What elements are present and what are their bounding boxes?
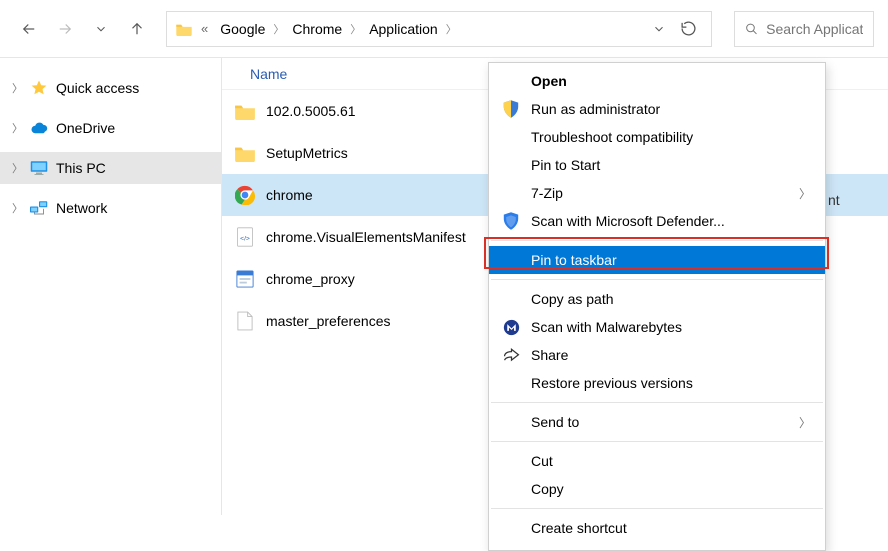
folder-icon bbox=[234, 100, 256, 122]
expand-chevron-icon[interactable]: 〉 bbox=[12, 160, 22, 176]
ctx-restore[interactable]: Restore previous versions bbox=[489, 369, 825, 397]
breadcrumb-overflow-icon[interactable]: « bbox=[201, 21, 208, 36]
arrow-left-icon bbox=[20, 20, 38, 38]
nav-item-this-pc[interactable]: 〉 This PC bbox=[0, 152, 221, 184]
ctx-pin-taskbar[interactable]: Pin to taskbar bbox=[489, 246, 825, 274]
ctx-label: Scan with Malwarebytes bbox=[531, 319, 811, 335]
search-box[interactable] bbox=[734, 11, 874, 47]
nav-item-onedrive[interactable]: 〉 OneDrive bbox=[0, 112, 221, 144]
context-menu-separator bbox=[491, 240, 823, 241]
chevron-right-icon: 〉 bbox=[348, 21, 363, 37]
context-menu-separator bbox=[491, 441, 823, 442]
nav-up-button[interactable] bbox=[122, 14, 152, 44]
ctx-malwarebytes[interactable]: Scan with Malwarebytes bbox=[489, 313, 825, 341]
cloud-icon bbox=[30, 119, 48, 137]
ctx-label: Scan with Microsoft Defender... bbox=[531, 213, 811, 229]
breadcrumb-seg-1[interactable]: Chrome bbox=[286, 19, 348, 39]
ctx-send-to[interactable]: Send to 〉 bbox=[489, 408, 825, 436]
file-name: chrome.VisualElementsManifest bbox=[266, 229, 466, 245]
breadcrumb-seg-2[interactable]: Application bbox=[363, 19, 444, 39]
nav-label: OneDrive bbox=[56, 120, 115, 136]
refresh-icon[interactable] bbox=[680, 20, 697, 37]
context-menu-separator bbox=[491, 279, 823, 280]
folder-icon bbox=[175, 22, 193, 36]
ctx-label: Pin to taskbar bbox=[531, 252, 811, 268]
nav-back-button[interactable] bbox=[14, 14, 44, 44]
breadcrumb-seg-0[interactable]: Google bbox=[214, 19, 271, 39]
expand-chevron-icon[interactable]: 〉 bbox=[12, 120, 22, 136]
folder-icon bbox=[234, 142, 256, 164]
blank-file-icon bbox=[234, 310, 256, 332]
file-name: chrome_proxy bbox=[266, 271, 355, 287]
toolbar: « Google 〉 Chrome 〉 Application 〉 bbox=[0, 0, 888, 58]
address-bar[interactable]: « Google 〉 Chrome 〉 Application 〉 bbox=[166, 11, 712, 47]
ctx-run-admin[interactable]: Run as administrator bbox=[489, 95, 825, 123]
expand-chevron-icon[interactable]: 〉 bbox=[12, 200, 22, 216]
ctx-label: Troubleshoot compatibility bbox=[531, 129, 811, 145]
chevron-right-icon: 〉 bbox=[799, 414, 811, 431]
search-input[interactable] bbox=[766, 21, 863, 37]
arrow-right-icon bbox=[56, 20, 74, 38]
svg-text:</>: </> bbox=[240, 235, 250, 242]
file-name: master_preferences bbox=[266, 313, 391, 329]
ctx-label: 7-Zip bbox=[531, 185, 789, 201]
ctx-cut[interactable]: Cut bbox=[489, 447, 825, 475]
chrome-icon bbox=[234, 184, 256, 206]
ctx-label: Cut bbox=[531, 453, 811, 469]
truncated-cell-text: nt bbox=[828, 192, 886, 208]
ctx-create-shortcut[interactable]: Create shortcut bbox=[489, 514, 825, 542]
share-icon bbox=[501, 345, 521, 365]
shield-admin-icon bbox=[501, 99, 521, 119]
ctx-label: Open bbox=[531, 73, 811, 89]
star-icon bbox=[30, 79, 48, 97]
context-menu-separator bbox=[491, 402, 823, 403]
malwarebytes-icon bbox=[501, 317, 521, 337]
chevron-right-icon: 〉 bbox=[444, 21, 459, 37]
chevron-right-icon: 〉 bbox=[799, 185, 811, 202]
file-name: SetupMetrics bbox=[266, 145, 348, 161]
nav-label: Quick access bbox=[56, 80, 139, 96]
nav-item-network[interactable]: 〉 Network bbox=[0, 192, 221, 224]
chevron-right-icon: 〉 bbox=[271, 21, 286, 37]
ctx-label: Pin to Start bbox=[531, 157, 811, 173]
ctx-label: Share bbox=[531, 347, 811, 363]
search-icon bbox=[745, 21, 758, 37]
navigation-pane: 〉 Quick access 〉 OneDrive 〉 This PC 〉 bbox=[0, 58, 222, 515]
ctx-open[interactable]: Open bbox=[489, 67, 825, 95]
ctx-share[interactable]: Share bbox=[489, 341, 825, 369]
network-icon bbox=[30, 199, 48, 217]
nav-forward-button[interactable] bbox=[50, 14, 80, 44]
nav-item-quick-access[interactable]: 〉 Quick access bbox=[0, 72, 221, 104]
monitor-icon bbox=[30, 159, 48, 177]
ctx-label: Copy as path bbox=[531, 291, 811, 307]
expand-chevron-icon[interactable]: 〉 bbox=[12, 80, 22, 96]
ctx-label: Copy bbox=[531, 481, 811, 497]
arrow-up-icon bbox=[128, 20, 146, 38]
nav-label: This PC bbox=[56, 160, 106, 176]
ctx-label: Create shortcut bbox=[531, 520, 811, 536]
ctx-label: Run as administrator bbox=[531, 101, 811, 117]
ctx-pin-start[interactable]: Pin to Start bbox=[489, 151, 825, 179]
ctx-label: Send to bbox=[531, 414, 789, 430]
file-name: chrome bbox=[266, 187, 313, 203]
application-icon bbox=[234, 268, 256, 290]
xml-file-icon: </> bbox=[234, 226, 256, 248]
context-menu-separator bbox=[491, 508, 823, 509]
nav-label: Network bbox=[56, 200, 107, 216]
nav-recent-dropdown[interactable] bbox=[86, 14, 116, 44]
ctx-copy[interactable]: Copy bbox=[489, 475, 825, 503]
ctx-defender[interactable]: Scan with Microsoft Defender... bbox=[489, 207, 825, 235]
file-name: 102.0.5005.61 bbox=[266, 103, 356, 119]
ctx-7zip[interactable]: 7-Zip 〉 bbox=[489, 179, 825, 207]
shield-defender-icon bbox=[501, 211, 521, 231]
chevron-down-icon[interactable] bbox=[652, 22, 666, 36]
context-menu: Open Run as administrator Troubleshoot c… bbox=[488, 62, 826, 551]
ctx-label: Restore previous versions bbox=[531, 375, 811, 391]
ctx-troubleshoot[interactable]: Troubleshoot compatibility bbox=[489, 123, 825, 151]
chevron-down-icon bbox=[94, 22, 108, 36]
ctx-copy-path[interactable]: Copy as path bbox=[489, 285, 825, 313]
